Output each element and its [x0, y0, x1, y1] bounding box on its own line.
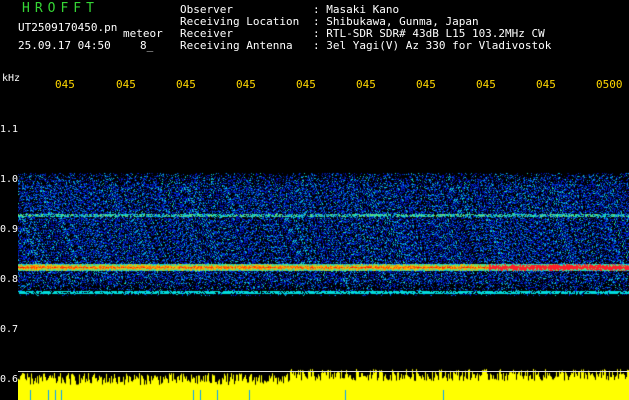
time-tick: 045 [296, 78, 316, 91]
level-separator [18, 371, 629, 372]
spectrogram[interactable] [18, 95, 629, 400]
station-info: Observer: Masaki Kano Receiving Location… [180, 4, 551, 52]
freq-tick: 0.8 [0, 274, 19, 285]
time-tick: 045 [116, 78, 136, 91]
info-value: : 3el Yagi(V) Az 330 for Vladivostok [313, 39, 552, 52]
freq-tick: 1.0 [0, 174, 19, 185]
info-row: Receiving Antenna : 3el Yagi(V) Az 330 fo… [180, 40, 551, 52]
time-tick: 0500 [596, 78, 623, 91]
time-tick: 045 [476, 78, 496, 91]
time-tick: 045 [536, 78, 556, 91]
datetime: 25.09.17 04:50 [18, 39, 111, 52]
time-tick: 045 [356, 78, 376, 91]
freq-tick: 0.9 [0, 224, 19, 235]
freq-tick: 1.1 [0, 124, 19, 135]
spectrogram-canvas[interactable] [18, 95, 629, 400]
app-title: HROFFT [22, 1, 99, 16]
time-tick: 045 [55, 78, 75, 91]
header: HROFFT UT2509170450.pn meteor 25.09.17 0… [0, 0, 629, 72]
freq-tick: 0.6 [0, 374, 19, 385]
info-key: Receiving Antenna [180, 39, 293, 52]
time-axis: 045 045 045 045 045 045 045 045 045 0500 [0, 78, 629, 94]
filename: UT2509170450.pn [18, 21, 118, 34]
time-tick: 045 [236, 78, 256, 91]
time-tick: 045 [176, 78, 196, 91]
meteor-count: 8_ [140, 39, 154, 52]
time-tick: 045 [416, 78, 436, 91]
freq-tick: 0.7 [0, 324, 19, 335]
